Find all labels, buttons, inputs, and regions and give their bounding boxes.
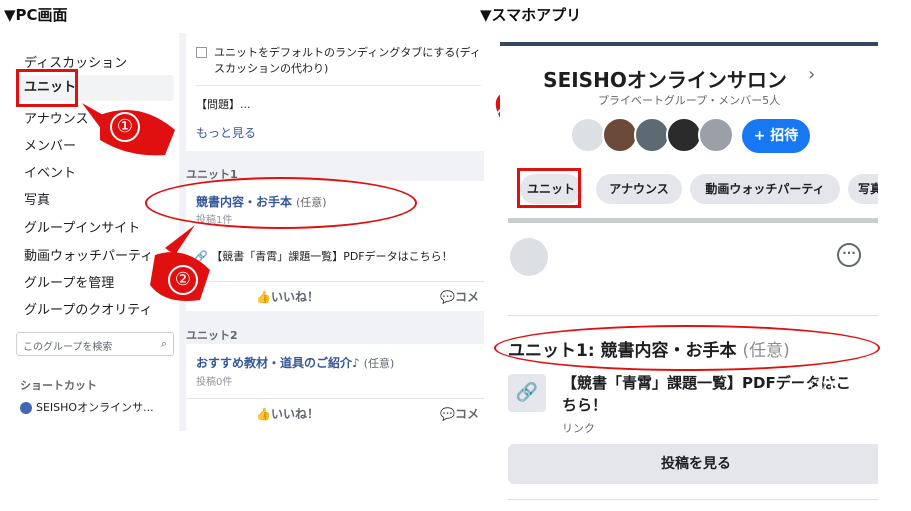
chevron-right-icon[interactable]: ›: [808, 64, 815, 85]
sp-step1-badge: ①: [494, 106, 524, 136]
sp-step2-badge: ②: [803, 372, 833, 402]
divider: [508, 499, 878, 500]
tab-announcements[interactable]: アナウンス: [596, 174, 682, 204]
link-label: リンク: [562, 422, 595, 435]
pointer-arrow-2: [165, 225, 195, 255]
divider: [508, 315, 878, 316]
link-icon: 🔗: [508, 374, 546, 412]
view-posts-button[interactable]: 投稿を見る: [508, 444, 878, 484]
section-divider: [508, 218, 878, 223]
group-title[interactable]: SEISHOオンラインサロン: [500, 64, 830, 93]
unit1-heading-highlight-ellipse: [494, 325, 880, 371]
avatar[interactable]: [510, 238, 548, 276]
avatar[interactable]: [698, 117, 734, 153]
step2-badge: ②: [168, 265, 198, 295]
avatar[interactable]: [602, 117, 638, 153]
tab-watch-party[interactable]: 動画ウォッチパーティ: [690, 174, 840, 204]
more-options-icon[interactable]: ···: [837, 243, 861, 267]
invite-button[interactable]: + 招待: [742, 119, 810, 153]
unit-tab-highlight-box: [517, 168, 581, 208]
avatar[interactable]: [666, 117, 702, 153]
avatar[interactable]: [570, 117, 606, 153]
avatar[interactable]: [634, 117, 670, 153]
step1-badge: ①: [110, 112, 140, 142]
tab-photos[interactable]: 写真: [848, 174, 878, 204]
group-subtitle: プライベートグループ・メンバー5人: [597, 94, 781, 107]
top-bar: [500, 42, 878, 46]
smartphone-screen: SEISHOオンラインサロン › プライベートグループ・メンバー5人 + 招待 …: [500, 42, 878, 511]
